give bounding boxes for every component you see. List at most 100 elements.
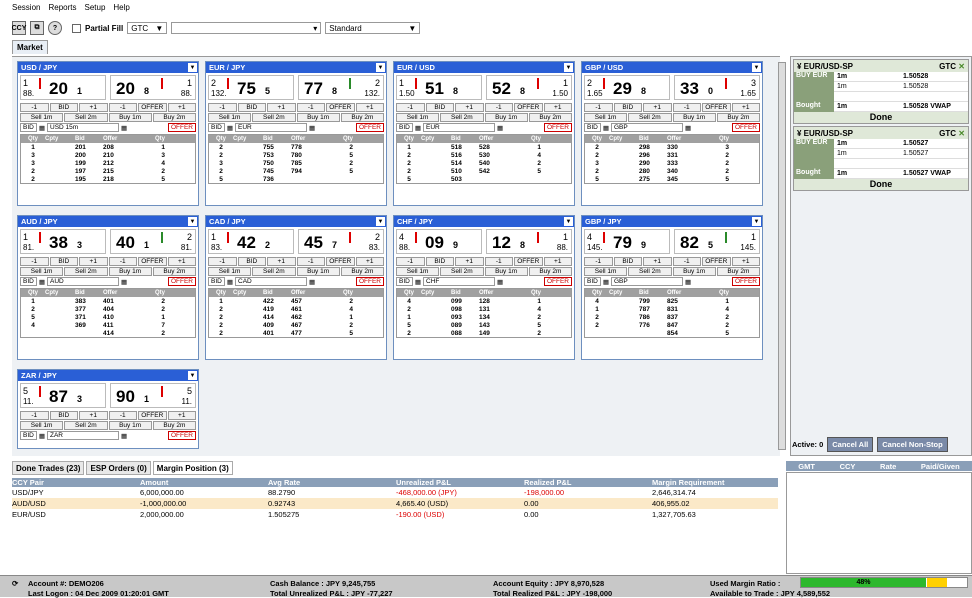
ccy-button[interactable]: CCY [12,21,26,35]
chevron-down-icon[interactable]: ▼ [564,63,573,72]
menu-help[interactable]: Help [113,3,129,12]
cancel-non-stop-button[interactable]: Cancel Non-Stop [877,436,948,452]
amount-field[interactable]: CHF [423,277,495,286]
table-row[interactable]: 2 516 530 4 [397,151,571,159]
offer-button[interactable]: OFFER [326,257,355,266]
sell-2m-button[interactable]: Sell 2m [64,421,108,430]
bid-minus-button[interactable]: -1 [396,257,425,266]
buy-price-box[interactable]: 77 8 2 132. [298,75,384,100]
offer-select[interactable]: OFFER [167,277,196,286]
table-row[interactable]: EUR/USD 2,000,000.00 1.505275 -190.00 (USD)… [12,509,778,520]
chevron-down-icon[interactable]: ▼ [188,217,197,226]
sell-2m-button[interactable]: Sell 2m [64,113,108,122]
table-row[interactable]: 5 089 143 5 [397,321,571,329]
offer-minus-button[interactable]: -1 [484,103,513,112]
offer-select[interactable]: OFFER [167,123,196,132]
table-row[interactable]: 2 409 467 2 [209,321,383,329]
amount-field[interactable]: EUR [423,123,495,132]
sell-1m-button[interactable]: Sell 1m [584,113,628,122]
bid-plus-button[interactable]: +1 [267,103,296,112]
table-row[interactable]: 2 296 331 2 [585,151,759,159]
bid-plus-button[interactable]: +1 [643,257,672,266]
tab-done-trades[interactable]: Done Trades (23) [12,461,85,475]
bid-select[interactable]: BID [208,277,225,286]
order-type-select[interactable]: Standard ▼ [325,22,421,34]
table-row[interactable]: 2 755 778 2 [209,143,383,151]
bid-minus-button[interactable]: -1 [20,257,49,266]
bid-plus-button[interactable]: +1 [79,103,108,112]
close-icon[interactable]: ✕ [958,62,965,71]
bid-plus-button[interactable]: +1 [455,103,484,112]
bid-select[interactable]: BID [396,277,413,286]
buy-price-box[interactable]: 45 7 2 83. [298,229,384,254]
sell-2m-button[interactable]: Sell 2m [628,267,672,276]
offer-select[interactable]: OFFER [543,123,572,132]
grid-icon[interactable]: ▦ [39,278,45,286]
table-row[interactable]: 2 377 404 2 [21,305,195,313]
offer-plus-button[interactable]: +1 [355,257,384,266]
buy-2m-button[interactable]: Buy 2m [528,113,572,122]
bid-select[interactable]: BID [396,123,413,132]
bid-minus-button[interactable]: -1 [208,257,237,266]
buy-2m-button[interactable]: Buy 2m [340,113,384,122]
table-row[interactable]: USD/JPY 6,000,000.00 88.2790 -468,000.00 (J… [12,487,778,498]
table-row[interactable]: 1 422 457 2 [209,297,383,305]
offer-plus-button[interactable]: +1 [543,257,572,266]
sell-price-box[interactable]: 4 88. 09 9 [396,229,482,254]
table-row[interactable]: 2 514 540 2 [397,159,571,167]
buy-1m-button[interactable]: Buy 1m [296,267,340,276]
bid-minus-button[interactable]: -1 [208,103,237,112]
chevron-down-icon[interactable]: ▼ [376,217,385,226]
bid-button[interactable]: BID [613,257,642,266]
offer-select[interactable]: OFFER [355,123,384,132]
offer-plus-button[interactable]: +1 [731,257,760,266]
sell-1m-button[interactable]: Sell 1m [396,113,440,122]
copy-icon[interactable]: ⧉ [30,21,44,35]
tab-market[interactable]: Market [12,40,48,54]
table-row[interactable]: 3 750 785 2 [209,159,383,167]
chevron-down-icon[interactable]: ▼ [564,217,573,226]
table-row[interactable]: 2 088 149 2 [397,329,571,337]
sell-1m-button[interactable]: Sell 1m [208,113,252,122]
sell-price-box[interactable]: 2 132. 75 5 [208,75,294,100]
grid-icon[interactable]: ▦ [685,278,691,286]
chevron-down-icon[interactable]: ▼ [188,371,197,380]
offer-button[interactable]: OFFER [702,257,731,266]
menu-reports[interactable]: Reports [48,3,76,12]
offer-select[interactable]: OFFER [731,277,760,286]
amount-field[interactable]: GBP [611,277,683,286]
bid-button[interactable]: BID [237,257,266,266]
table-row[interactable]: 1 787 831 4 [585,305,759,313]
table-row[interactable]: 2 098 131 4 [397,305,571,313]
grid-icon[interactable]: ▦ [603,124,609,132]
offer-minus-button[interactable]: -1 [296,103,325,112]
bid-button[interactable]: BID [49,411,78,420]
offer-select[interactable]: OFFER [167,431,196,440]
cancel-all-button[interactable]: Cancel All [827,436,874,452]
sell-1m-button[interactable]: Sell 1m [584,267,628,276]
buy-2m-button[interactable]: Buy 2m [716,267,760,276]
bid-select[interactable]: BID [584,123,601,132]
bid-select[interactable]: BID [20,123,37,132]
offer-button[interactable]: OFFER [138,257,167,266]
buy-2m-button[interactable]: Buy 2m [340,267,384,276]
grid-icon[interactable]: ▦ [415,124,421,132]
table-row[interactable]: 2 753 780 5 [209,151,383,159]
bid-button[interactable]: BID [49,103,78,112]
bid-button[interactable]: BID [237,103,266,112]
table-row[interactable]: 3 200 210 3 [21,151,195,159]
table-row[interactable]: 4 369 411 7 [21,321,195,329]
bid-minus-button[interactable]: -1 [396,103,425,112]
sell-2m-button[interactable]: Sell 2m [440,113,484,122]
table-row[interactable]: 2 414 462 1 [209,313,383,321]
sell-1m-button[interactable]: Sell 1m [20,113,64,122]
table-row[interactable]: 3 199 212 4 [21,159,195,167]
bid-button[interactable]: BID [425,103,454,112]
sell-price-box[interactable]: 2 1.65 29 8 [584,75,670,100]
amount-field[interactable]: ZAR [47,431,119,440]
offer-select[interactable]: OFFER [731,123,760,132]
offer-plus-button[interactable]: +1 [167,257,196,266]
amount-select[interactable]: ▾ [171,22,322,34]
grid-icon[interactable]: ▦ [121,124,127,132]
offer-button[interactable]: OFFER [702,103,731,112]
